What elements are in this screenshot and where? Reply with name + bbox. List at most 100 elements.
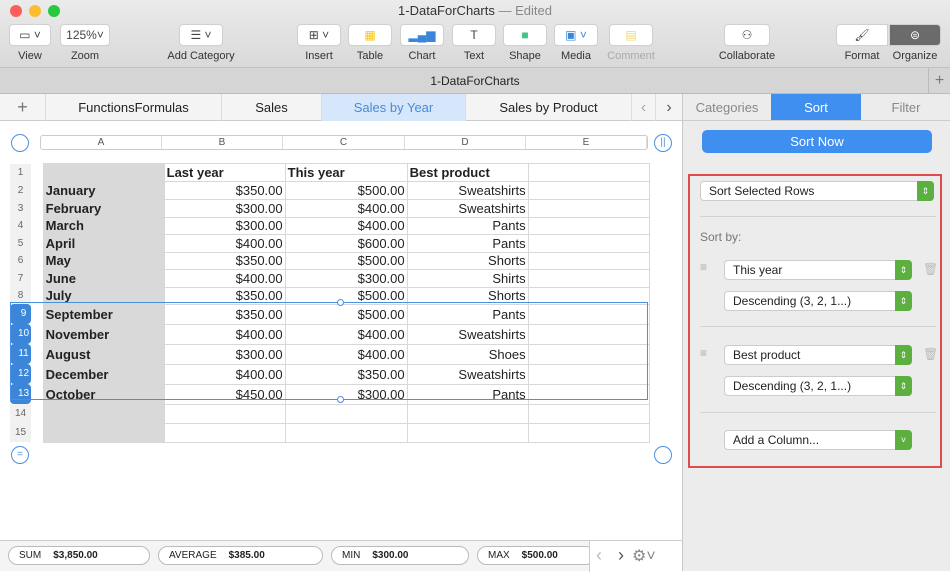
row-number[interactable]: 5 <box>10 235 31 253</box>
table-cell[interactable]: July <box>43 287 164 304</box>
table-cell[interactable]: Sweatshirts <box>407 182 528 200</box>
prev-sheet-button[interactable]: ‹ <box>632 94 656 121</box>
prev-stat-button[interactable]: ‹ <box>596 545 602 566</box>
table-cell[interactable] <box>43 404 164 423</box>
row-number[interactable]: 1 <box>10 164 31 182</box>
table-cell[interactable]: Shirts <box>407 270 528 288</box>
table-cell[interactable]: $400.00 <box>285 217 407 235</box>
table-cell[interactable]: This year <box>285 164 407 182</box>
format-button[interactable]: 🖌Format <box>836 24 888 62</box>
table-cell[interactable]: $300.00 <box>164 344 285 364</box>
sort-rule-2-order[interactable]: Descending (3, 2, 1...)⇕ <box>724 376 912 396</box>
table-cell[interactable]: May <box>43 252 164 270</box>
row-number[interactable]: 9 <box>10 304 31 324</box>
comment-button[interactable]: ▤Comment <box>605 24 657 62</box>
table-cell[interactable] <box>528 287 649 304</box>
table-cell[interactable]: $500.00 <box>285 304 407 324</box>
sort-rule-1-order[interactable]: Descending (3, 2, 1...)⇕ <box>724 291 912 311</box>
table-cell[interactable]: $400.00 <box>285 200 407 218</box>
row-number[interactable]: 14 <box>10 404 31 423</box>
organize-button[interactable]: ⊜Organize <box>888 24 942 62</box>
sort-scope-select[interactable]: Sort Selected Rows⇕ <box>700 181 934 201</box>
tab-sales[interactable]: Sales <box>222 94 322 121</box>
table-cell[interactable]: Best product <box>407 164 528 182</box>
row-number[interactable]: 10 <box>10 324 31 344</box>
table-cell[interactable]: Shoes <box>407 344 528 364</box>
add-sheet-button[interactable]: + <box>0 94 46 121</box>
table-cell[interactable] <box>528 200 649 218</box>
new-tab-button[interactable]: + <box>928 68 950 94</box>
add-column-select[interactable]: Add a Column...˅ <box>724 430 912 450</box>
stat-min[interactable]: MIN$300.00 <box>331 546 469 565</box>
row-number[interactable]: 11 <box>10 344 31 364</box>
table-cell[interactable]: November <box>43 324 164 344</box>
table-cell[interactable] <box>285 423 407 442</box>
table-cell[interactable] <box>164 423 285 442</box>
tab-functionsformulas[interactable]: FunctionsFormulas <box>46 94 222 121</box>
table-cell[interactable]: $400.00 <box>164 324 285 344</box>
table-cell[interactable]: February <box>43 200 164 218</box>
tab-sales-by-product[interactable]: Sales by Product <box>466 94 632 121</box>
tab-sort[interactable]: Sort <box>771 94 861 121</box>
table-cell[interactable]: Sweatshirts <box>407 364 528 384</box>
table-cell[interactable]: $500.00 <box>285 287 407 304</box>
table-cell[interactable] <box>528 404 649 423</box>
add-category-button[interactable]: ☰ ˅Add Category <box>160 24 242 62</box>
table-cell[interactable] <box>43 164 164 182</box>
add-column-handle[interactable]: || <box>654 134 672 152</box>
table-cell[interactable] <box>528 235 649 253</box>
table-cell[interactable] <box>528 344 649 364</box>
row-number[interactable]: 2 <box>10 182 31 200</box>
table-cell[interactable]: $400.00 <box>285 324 407 344</box>
table-cell[interactable] <box>528 324 649 344</box>
table-cell[interactable] <box>528 182 649 200</box>
text-button[interactable]: TText <box>452 24 496 62</box>
table-cell[interactable]: Pants <box>407 304 528 324</box>
tab-sales-by-year[interactable]: Sales by Year <box>322 94 466 121</box>
table-cell[interactable]: $350.00 <box>164 252 285 270</box>
table-cell[interactable] <box>528 252 649 270</box>
table-cell[interactable]: Shorts <box>407 287 528 304</box>
column-header[interactable]: E <box>526 136 647 149</box>
table-cell[interactable] <box>285 404 407 423</box>
table-cell[interactable]: $350.00 <box>164 182 285 200</box>
table-cell[interactable]: April <box>43 235 164 253</box>
trash-icon[interactable]: 🗑 <box>923 347 938 361</box>
sort-now-button[interactable]: Sort Now <box>702 130 932 153</box>
view-button[interactable]: ▭ ˅View <box>8 24 52 62</box>
table-cell[interactable]: $300.00 <box>285 384 407 404</box>
tab-categories[interactable]: Categories <box>683 94 771 121</box>
shape-button[interactable]: ■Shape <box>503 24 547 62</box>
table-cell[interactable] <box>407 423 528 442</box>
table-cell[interactable]: $450.00 <box>164 384 285 404</box>
table-cell[interactable]: September <box>43 304 164 324</box>
table-cell[interactable]: $400.00 <box>285 344 407 364</box>
table-cell[interactable] <box>528 164 649 182</box>
row-number[interactable]: 3 <box>10 200 31 218</box>
drag-handle-icon[interactable]: ≡ <box>700 346 707 360</box>
row-number[interactable]: 7 <box>10 270 31 288</box>
table-cell[interactable]: $300.00 <box>285 270 407 288</box>
sort-rule-2-column[interactable]: Best product⇕ <box>724 345 912 365</box>
stat-sum[interactable]: SUM$3,850.00 <box>8 546 150 565</box>
resize-table-handle[interactable] <box>654 446 672 464</box>
row-number[interactable]: 13 <box>10 384 31 404</box>
table-cell[interactable]: $350.00 <box>164 287 285 304</box>
table-cell[interactable]: Last year <box>164 164 285 182</box>
table-cell[interactable]: March <box>43 217 164 235</box>
next-sheet-button[interactable]: › <box>656 94 682 121</box>
column-header[interactable]: C <box>283 136 405 149</box>
row-number[interactable]: 15 <box>10 423 31 442</box>
column-header[interactable]: A <box>41 136 162 149</box>
row-number[interactable]: 4 <box>10 217 31 235</box>
table-cell[interactable] <box>528 364 649 384</box>
table-cell[interactable]: $350.00 <box>164 304 285 324</box>
table-cell[interactable] <box>528 217 649 235</box>
table-cell[interactable]: Shorts <box>407 252 528 270</box>
table-cell[interactable] <box>528 423 649 442</box>
insert-button[interactable]: ⊞ ˅Insert <box>296 24 342 62</box>
row-number[interactable]: 6 <box>10 252 31 270</box>
row-number[interactable]: 8 <box>10 287 31 304</box>
table-cell[interactable]: June <box>43 270 164 288</box>
sort-rule-1-column[interactable]: This year⇕ <box>724 260 912 280</box>
